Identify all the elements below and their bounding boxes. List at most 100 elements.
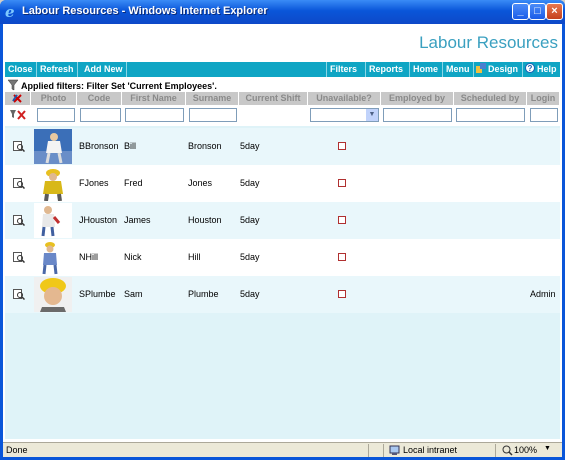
add-new-button[interactable]: Add New [81,62,127,77]
table-row[interactable]: NHill Nick Hill 5day [5,239,560,276]
cell-shift: 5day [240,141,260,151]
ie-logo-icon: e [5,3,15,21]
filter-photo-input[interactable] [37,108,75,122]
cell-surname: Plumbe [188,289,219,299]
unavailable-checkbox[interactable] [338,290,346,298]
header-surname[interactable]: Surname [186,92,239,105]
cell-surname: Jones [188,178,213,188]
header-action[interactable] [5,92,31,105]
table-row[interactable]: BBronson Bill Bronson 5day [5,128,560,165]
header-login[interactable]: Login [527,92,560,105]
view-record-icon[interactable] [13,141,25,152]
filter-login-input[interactable] [530,108,558,122]
close-button[interactable]: Close [5,62,37,77]
header-current-shift[interactable]: Current Shift [239,92,308,105]
security-zone: Local intranet [403,445,458,455]
header-scheduled-by[interactable]: Scheduled by [454,92,527,105]
cell-surname: Bronson [188,141,222,151]
status-bar: Done Local intranet 100% ▼ [3,442,562,457]
design-button[interactable]: Design [473,62,521,77]
maximize-button[interactable]: □ [529,3,546,20]
title-bar: e Labour Resources - Windows Internet Ex… [0,0,565,24]
cell-code: BBronson [79,141,119,151]
filter-employed-by-input[interactable] [383,108,452,122]
applied-filters-text: Applied filters: Filter Set 'Current Emp… [21,81,217,91]
status-divider [368,444,369,457]
applied-filters: Applied filters: Filter Set 'Current Emp… [7,79,217,92]
zoom-icon[interactable] [502,445,513,456]
cell-shift: 5day [240,215,260,225]
home-button[interactable]: Home [409,62,441,77]
table-row[interactable]: JHouston James Houston 5day [5,202,560,239]
cell-first-name: James [124,215,151,225]
grid-header: Photo Code First Name Surname Current Sh… [5,92,560,105]
filter-icon [7,79,19,91]
filter-surname-input[interactable] [189,108,237,122]
unavailable-checkbox[interactable] [338,142,346,150]
cell-first-name: Sam [124,289,143,299]
menu-button[interactable]: Menu [442,62,473,77]
browser-window: e Labour Resources - Windows Internet Ex… [0,0,565,460]
status-divider [495,444,496,457]
unavailable-checkbox[interactable] [338,179,346,187]
employee-grid: Photo Code First Name Surname Current Sh… [5,92,560,439]
cell-shift: 5day [240,252,260,262]
design-label: Design [488,64,519,74]
cell-code: FJones [79,178,109,188]
employee-photo [34,166,72,201]
header-photo[interactable]: Photo [31,92,77,105]
chevron-down-icon: ▼ [366,109,378,121]
window-title: Labour Resources - Windows Internet Expl… [22,5,268,17]
toolbar: Close Refresh Add New Filters Reports Ho… [5,62,560,77]
table-row[interactable]: SPlumbe Sam Plumbe 5day Admin [5,276,560,313]
minimize-button[interactable]: _ [512,3,529,20]
cell-code: SPlumbe [79,289,116,299]
intranet-zone-icon [389,445,400,455]
cell-surname: Hill [188,252,201,262]
reports-button[interactable]: Reports [365,62,406,77]
filter-code-input[interactable] [80,108,121,122]
status-divider [383,444,384,457]
filter-scheduled-by-input[interactable] [456,108,525,122]
view-record-icon[interactable] [13,215,25,226]
filter-row: ▼ [5,105,560,126]
unavailable-checkbox[interactable] [338,216,346,224]
cell-code: NHill [79,252,98,262]
cell-first-name: Fred [124,178,143,188]
zoom-level[interactable]: 100% [514,445,537,455]
design-icon [476,63,486,73]
clear-filter-icon[interactable] [9,108,27,122]
filters-button[interactable]: Filters [326,62,360,77]
status-text: Done [6,445,28,455]
help-button[interactable]: ? Help [522,62,560,77]
cell-first-name: Bill [124,141,137,151]
close-window-button[interactable]: × [546,3,563,20]
page-content: Labour Resources Close Refresh Add New F… [3,24,562,442]
employee-photo [34,277,72,312]
cell-shift: 5day [240,178,260,188]
refresh-button[interactable]: Refresh [37,62,78,77]
cell-surname: Houston [188,215,222,225]
filter-first-name-input[interactable] [125,108,184,122]
zoom-dropdown-icon[interactable]: ▼ [544,445,551,452]
filter-unavailable-select[interactable]: ▼ [310,108,379,122]
cell-shift: 5day [240,289,260,299]
cell-first-name: Nick [124,252,142,262]
view-record-icon[interactable] [13,178,25,189]
header-unavailable[interactable]: Unavailable? [308,92,381,105]
help-icon: ? [525,63,535,73]
unavailable-checkbox[interactable] [338,253,346,261]
cell-code: JHouston [79,215,118,225]
cell-login: Admin [530,289,556,299]
employee-photo [34,129,72,164]
employee-photo [34,203,72,238]
svg-text:?: ? [528,64,533,73]
view-record-icon[interactable] [13,252,25,263]
help-label: Help [537,64,557,74]
header-employed-by[interactable]: Employed by [381,92,454,105]
view-record-icon[interactable] [13,289,25,300]
header-code[interactable]: Code [77,92,122,105]
table-row[interactable]: FJones Fred Jones 5day [5,165,560,202]
header-first-name[interactable]: First Name [122,92,186,105]
employee-photo [34,240,72,275]
